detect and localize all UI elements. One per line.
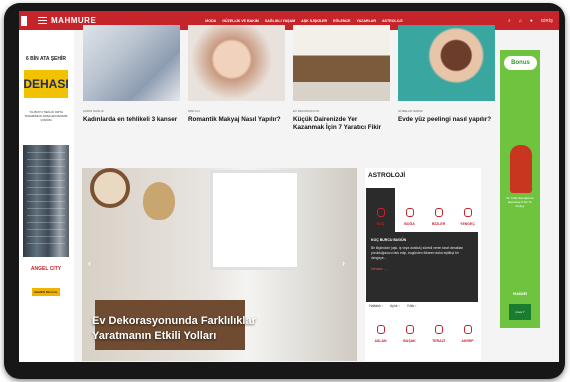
horoscope-periods: Haftalık › Aylık › Yıllık › bbox=[369, 304, 416, 308]
article-title[interactable]: Kadınlarda en tehlikeli 3 kanser bbox=[83, 116, 180, 124]
article-title[interactable]: Romantik Makyaj Nasıl Yapılır? bbox=[188, 116, 285, 124]
horoscope-panel: KOÇ BURCU BUGÜN Bir ilişkinizde (aşk, iş… bbox=[366, 232, 478, 302]
aries-icon bbox=[376, 208, 385, 217]
horoscope-text: Bir ilişkinizde (aşk, iş veya dostluk) s… bbox=[371, 246, 464, 260]
astrology-title: ASTROLOJİ bbox=[368, 172, 406, 179]
zodiac-tab-aslan[interactable]: ASLAN bbox=[366, 325, 395, 343]
cancer-icon bbox=[463, 208, 472, 217]
left-ad-small-text: YIL BOYU TEKLİK ORTA TASARIMLIK ARSA EKO… bbox=[24, 110, 68, 122]
nav-link-saglik[interactable]: SAĞLIKLI YAŞAM bbox=[265, 19, 295, 23]
hero-title[interactable]: Ev Dekorasyonunda Farklılıklar Yaratmanı… bbox=[92, 314, 292, 344]
zodiac-tabs-top: KOÇ BOĞA İKİZLER YENGEÇ bbox=[366, 188, 482, 232]
libra-icon bbox=[434, 325, 443, 334]
slider-prev-icon[interactable]: ‹ bbox=[88, 258, 91, 268]
left-ad-brand: ANGEL CITY bbox=[30, 266, 62, 272]
slider-next-icon[interactable]: › bbox=[342, 258, 345, 268]
hero-window-decor bbox=[210, 170, 300, 270]
nav-link-eglence[interactable]: EĞLENCE bbox=[333, 19, 350, 23]
zodiac-tab-akrep[interactable]: AKREP bbox=[453, 325, 482, 343]
horoscope-title: KOÇ BURCU BUGÜN bbox=[371, 238, 407, 242]
article-card[interactable]: MAKYAJ Romantik Makyaj Nasıl Yapılır? bbox=[188, 25, 285, 124]
article-category: KADIN SAĞLIK bbox=[83, 109, 104, 113]
hero-lamp-decor bbox=[143, 182, 175, 220]
hero-clock-decor bbox=[90, 168, 130, 208]
nav-links: MODA GÜZELLİK VE BAKIM SAĞLIKLI YAŞAM AŞ… bbox=[205, 19, 402, 23]
article-title[interactable]: Evde yüz peelingi nasıl yapılır? bbox=[398, 116, 495, 124]
notification-icon[interactable]: ♫ bbox=[519, 18, 522, 23]
zodiac-tabs-bottom: ASLAN BAŞAK TERAZİ AKREP bbox=[366, 325, 482, 343]
right-ad-person bbox=[510, 145, 532, 193]
leo-icon bbox=[376, 325, 385, 334]
nav-link-astroloji[interactable]: ASTROLOJİ bbox=[382, 19, 403, 23]
article-card[interactable]: EV DEKORASYON Küçük Dairenizde Yer Kazan… bbox=[293, 25, 390, 132]
nav-link-moda[interactable]: MODA bbox=[205, 19, 216, 23]
nav-link-guzellik[interactable]: GÜZELLİK VE BAKIM bbox=[222, 19, 259, 23]
right-ad-text: Dr. Arda Sansapa ile alışverişe 5 bin TL… bbox=[506, 196, 534, 208]
article-card[interactable]: KADIN SAĞLIK Kadınlarda en tehlikeli 3 k… bbox=[83, 25, 180, 124]
period-yearly[interactable]: Yıllık › bbox=[407, 304, 417, 308]
site-brand[interactable]: MAHMURE bbox=[51, 16, 96, 25]
site-logo-mark[interactable] bbox=[21, 15, 27, 26]
gemini-icon bbox=[434, 208, 443, 217]
left-ad-building-windows bbox=[27, 150, 65, 250]
nav-right: ⌕ ♫ ● GİRİŞ bbox=[508, 18, 553, 23]
article-category: MAKYAJ bbox=[188, 109, 200, 113]
left-ad-headline: DEHASI bbox=[23, 70, 69, 98]
search-icon[interactable]: ⌕ bbox=[508, 18, 511, 23]
zodiac-tab-koc[interactable]: KOÇ bbox=[366, 188, 395, 232]
taurus-icon bbox=[405, 208, 414, 217]
article-image[interactable] bbox=[398, 25, 495, 101]
article-image[interactable] bbox=[188, 25, 285, 101]
article-image[interactable] bbox=[293, 25, 390, 101]
article-title[interactable]: Küçük Dairenizde Yer Kazanmak İçin 7 Yar… bbox=[293, 116, 390, 132]
nav-link-ask[interactable]: AŞK İLİŞKİLER bbox=[301, 19, 327, 23]
article-image[interactable] bbox=[83, 25, 180, 101]
right-ad-product: nova Y bbox=[509, 304, 531, 320]
user-icon[interactable]: ● bbox=[530, 18, 533, 23]
zodiac-tab-terazi[interactable]: TERAZİ bbox=[424, 325, 453, 343]
period-weekly[interactable]: Haftalık › bbox=[369, 304, 383, 308]
right-ad-bonus: Bonus bbox=[504, 56, 537, 70]
login-link[interactable]: GİRİŞ bbox=[541, 18, 553, 23]
period-monthly[interactable]: Aylık › bbox=[390, 304, 400, 308]
left-ad-button[interactable]: HEMEN BİLGİ AL bbox=[32, 288, 60, 296]
article-category: EV DEKORASYON bbox=[293, 109, 320, 113]
scorpio-icon bbox=[463, 325, 472, 334]
zodiac-tab-boga[interactable]: BOĞA bbox=[395, 188, 424, 232]
menu-icon[interactable] bbox=[38, 17, 47, 24]
zodiac-tab-yengec[interactable]: YENGEÇ bbox=[453, 188, 482, 232]
zodiac-tab-ikizler[interactable]: İKİZLER bbox=[424, 188, 453, 232]
nav-link-yazarlar[interactable]: YAZARLAR bbox=[357, 19, 376, 23]
zodiac-tab-basak[interactable]: BAŞAK bbox=[395, 325, 424, 343]
right-ad-brand: HUAWEI bbox=[513, 292, 527, 296]
article-card[interactable]: GÜZELLİK BAKIM Evde yüz peelingi nasıl y… bbox=[398, 25, 495, 124]
article-category: GÜZELLİK BAKIM bbox=[398, 109, 423, 113]
virgo-icon bbox=[405, 325, 414, 334]
horoscope-more-link[interactable]: Devamı → bbox=[371, 267, 473, 271]
